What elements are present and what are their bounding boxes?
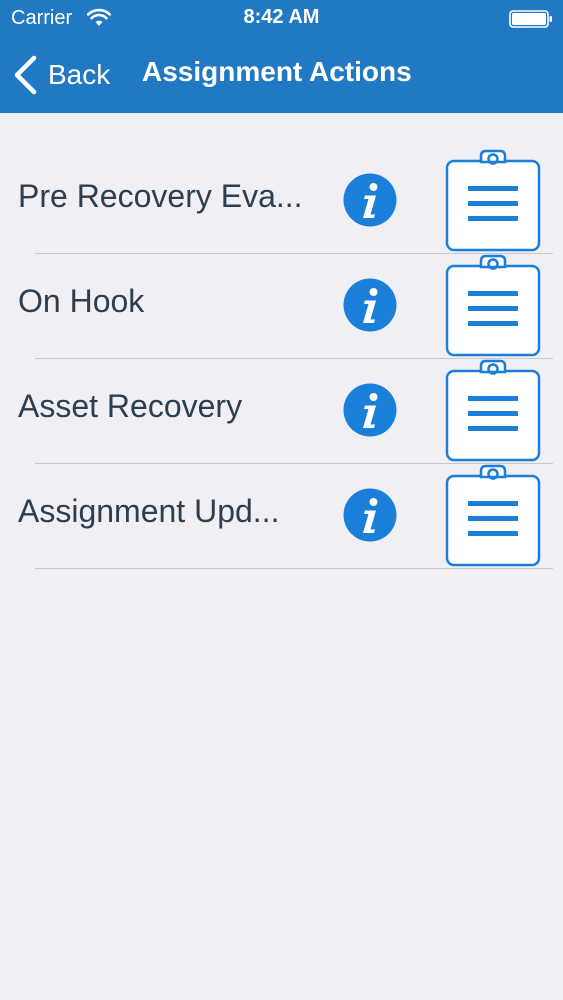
battery-icon — [509, 10, 552, 28]
chevron-left-icon — [14, 55, 37, 95]
back-button[interactable]: Back — [12, 54, 110, 96]
info-icon — [343, 278, 397, 332]
list-item[interactable]: Assignment Upd... — [0, 464, 563, 569]
info-button[interactable] — [343, 278, 397, 332]
page-title: Assignment Actions — [142, 56, 412, 87]
navigation-bar: Back Assignment Actions — [0, 38, 563, 113]
action-label: On Hook — [18, 283, 145, 319]
status-time: 8:42 AM — [243, 6, 320, 28]
info-icon — [343, 173, 397, 227]
clipboard-button[interactable] — [443, 149, 543, 253]
info-icon — [343, 488, 397, 542]
list-item[interactable]: Pre Recovery Eva... — [0, 149, 563, 254]
app-header: Carrier 8:42 AM Back Assignment Actions — [0, 0, 563, 113]
info-button[interactable] — [343, 173, 397, 227]
info-icon — [343, 383, 397, 437]
clipboard-button[interactable] — [443, 464, 543, 568]
clipboard-list-icon — [445, 254, 541, 357]
status-bar: Carrier 8:42 AM — [0, 0, 563, 38]
clipboard-list-icon — [445, 149, 541, 252]
clipboard-button[interactable] — [443, 254, 543, 358]
back-label: Back — [48, 59, 111, 90]
action-label: Pre Recovery Eva... — [18, 178, 303, 214]
list-item[interactable]: Asset Recovery — [0, 359, 563, 464]
info-button[interactable] — [343, 383, 397, 437]
clipboard-button[interactable] — [443, 359, 543, 463]
action-label: Assignment Upd... — [18, 493, 280, 529]
clipboard-list-icon — [445, 359, 541, 462]
clipboard-list-icon — [445, 464, 541, 567]
list-item[interactable]: On Hook — [0, 254, 563, 359]
assignment-actions-list: Pre Recovery Eva... On Hook Asset Recove… — [0, 149, 563, 569]
info-button[interactable] — [343, 488, 397, 542]
action-label: Asset Recovery — [18, 388, 243, 424]
row-divider — [35, 568, 553, 569]
